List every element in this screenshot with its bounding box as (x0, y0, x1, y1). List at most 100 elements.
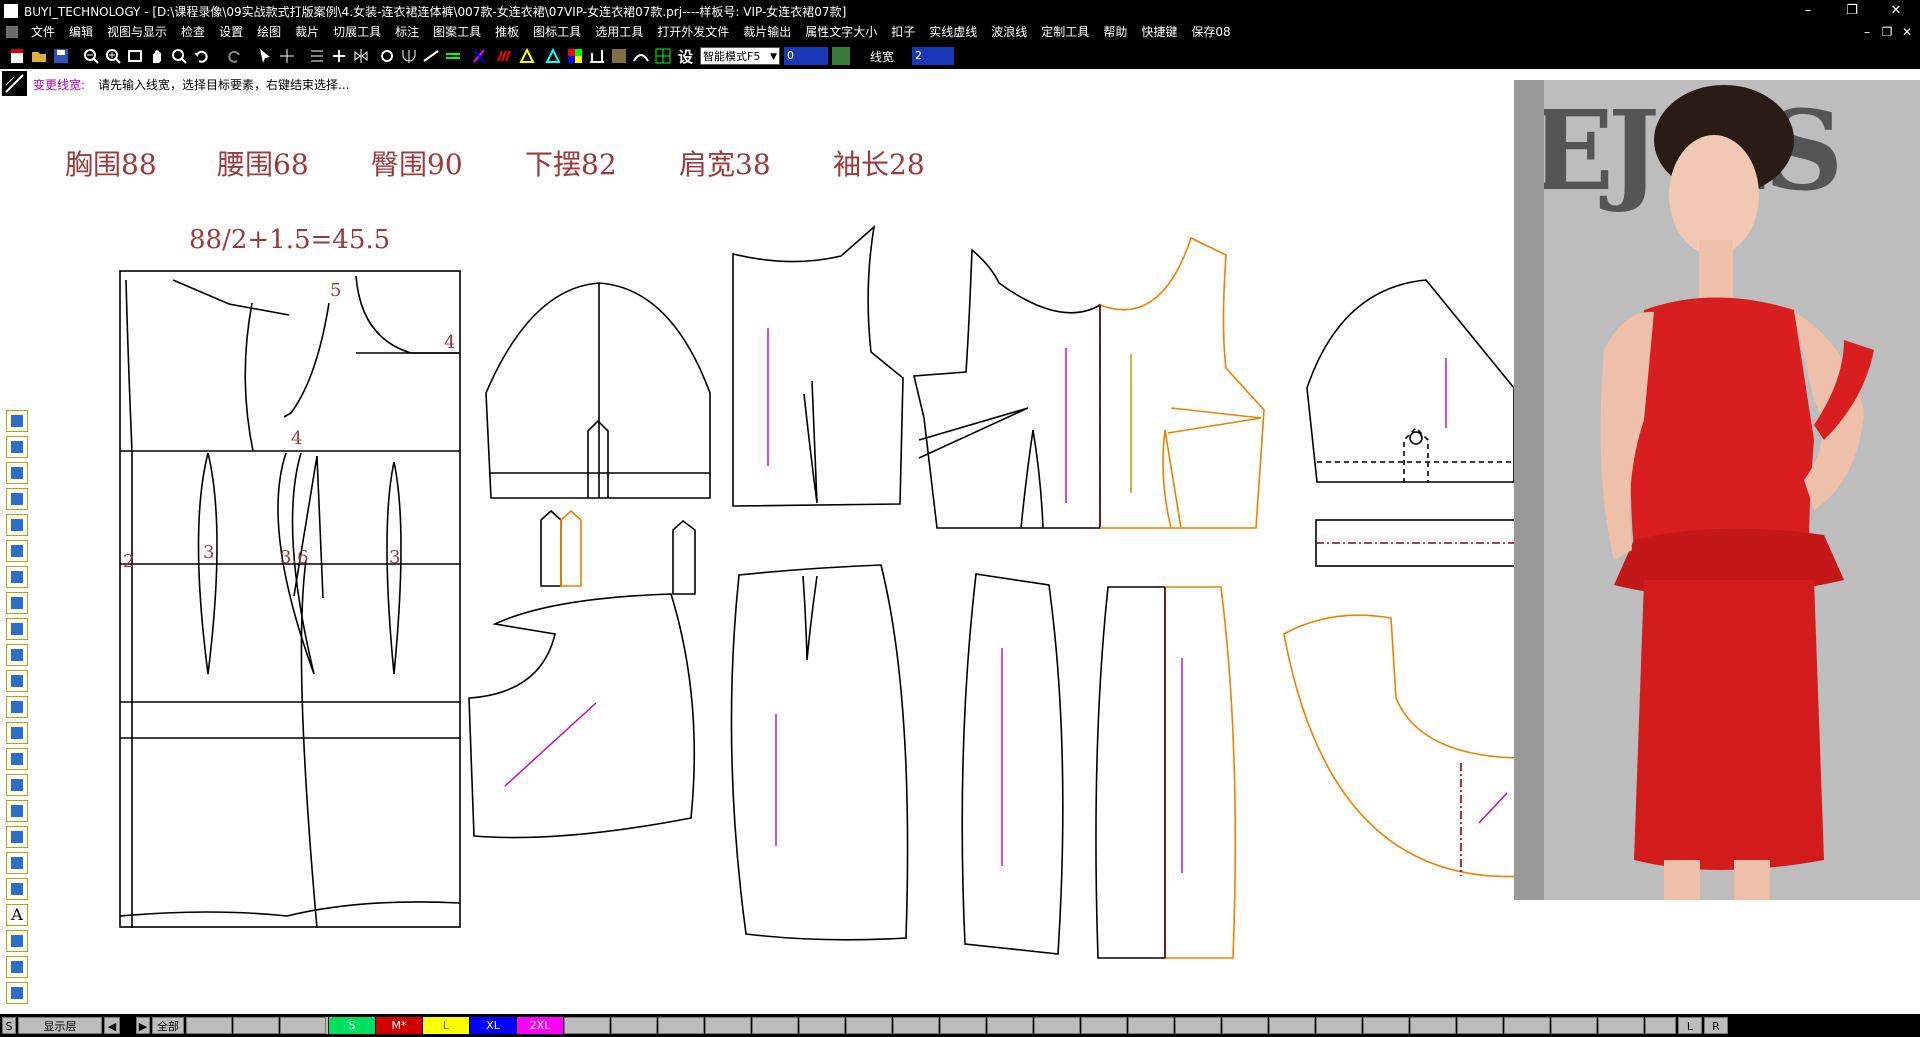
menu-item-7[interactable]: 切展工具 (326, 22, 388, 43)
help-icon[interactable] (6, 592, 28, 614)
settings-icon[interactable]: 设 (676, 47, 694, 65)
linewidth-input[interactable]: 2 (912, 47, 954, 65)
menu-item-20[interactable]: 帮助 (1096, 22, 1134, 43)
menu-item-9[interactable]: 图案工具 (426, 22, 488, 43)
tag-icon[interactable] (6, 930, 28, 952)
menu-item-13[interactable]: 打开外发文件 (650, 22, 736, 43)
sleeve-tab-pieces[interactable] (540, 509, 696, 595)
all-sizes-button[interactable]: 全部 (152, 1017, 184, 1034)
zoom-window-icon[interactable] (170, 47, 188, 65)
back-bodice-piece[interactable] (913, 236, 1265, 529)
menu-item-4[interactable]: 设置 (212, 22, 250, 43)
menu-item-18[interactable]: 波浪线 (984, 22, 1034, 43)
box-icon[interactable] (6, 566, 28, 588)
hand-icon[interactable] (6, 982, 28, 1004)
menu-item-19[interactable]: 定制工具 (1034, 22, 1096, 43)
right-toggle-button[interactable]: R (1704, 1017, 1728, 1034)
point-icon[interactable] (6, 436, 28, 458)
arch-icon[interactable] (6, 670, 28, 692)
align-icon[interactable] (308, 47, 326, 65)
layer-display-button[interactable]: 显示层 (18, 1017, 102, 1034)
ruler-icon[interactable] (6, 488, 28, 510)
node-edit-icon[interactable] (6, 410, 28, 432)
prev-size-button[interactable]: ◀ (104, 1017, 120, 1034)
maximize-button[interactable]: ❐ (1830, 0, 1874, 22)
bodice-draft[interactable] (119, 270, 461, 929)
front-bodice-piece[interactable] (732, 224, 904, 507)
add-point-icon[interactable] (330, 47, 348, 65)
skirt-front-piece[interactable] (730, 564, 909, 941)
left-toggle-button[interactable]: L (1678, 1017, 1702, 1034)
menu-item-22[interactable]: 保存08 (1184, 22, 1237, 43)
zoom-in-icon[interactable] (104, 47, 122, 65)
dart-icon[interactable] (6, 774, 28, 796)
frame-icon[interactable] (6, 540, 28, 562)
undo-icon[interactable] (192, 47, 210, 65)
move-point-icon[interactable] (278, 47, 296, 65)
fit-screen-icon[interactable] (126, 47, 144, 65)
pan-hand-icon[interactable] (148, 47, 166, 65)
slope-icon[interactable] (6, 696, 28, 718)
split-icon[interactable] (6, 514, 28, 536)
waistband-piece[interactable] (1315, 519, 1537, 567)
peplum-piece-right[interactable] (1283, 614, 1527, 878)
size-cell-2[interactable]: M* (376, 1017, 422, 1034)
curve-edit-icon[interactable] (632, 47, 650, 65)
next-size-button[interactable]: ▶ (136, 1017, 150, 1034)
pin-icon[interactable] (6, 826, 28, 848)
redo-icon[interactable] (226, 47, 244, 65)
measure-icon[interactable] (588, 47, 606, 65)
fork-tool-icon[interactable] (400, 47, 418, 65)
color-fill-icon[interactable] (566, 47, 584, 65)
save-icon[interactable] (52, 47, 70, 65)
minimize-button[interactable]: – (1786, 0, 1830, 22)
size-cell-3[interactable]: L (423, 1017, 469, 1034)
new-file-icon[interactable] (8, 47, 26, 65)
mode-select[interactable]: 智能模式F5 ▼ (700, 47, 780, 65)
parallel-lines-icon[interactable] (444, 47, 462, 65)
size-cell-1[interactable]: S (329, 1017, 375, 1034)
disk-icon[interactable] (6, 722, 28, 744)
pencil-icon[interactable] (6, 462, 28, 484)
apply-value-icon[interactable] (832, 47, 850, 65)
menu-item-1[interactable]: 编辑 (62, 22, 100, 43)
menu-item-21[interactable]: 快捷键 (1134, 22, 1184, 43)
menu-item-0[interactable]: 文件 (24, 22, 62, 43)
text-icon[interactable]: A (6, 904, 28, 926)
menu-item-3[interactable]: 检查 (174, 22, 212, 43)
slash-cut-icon[interactable] (470, 47, 488, 65)
guide-icon[interactable] (6, 852, 28, 874)
parallel-icon[interactable] (6, 878, 28, 900)
menu-item-2[interactable]: 视图与显示 (100, 22, 174, 43)
menu-item-16[interactable]: 扣子 (884, 22, 922, 43)
grid-icon[interactable] (654, 47, 672, 65)
sleeve-piece-left[interactable] (485, 282, 711, 499)
mirror-icon[interactable] (352, 47, 370, 65)
grade-icon[interactable] (544, 47, 562, 65)
zoom-out-icon[interactable] (82, 47, 100, 65)
notch-icon[interactable] (6, 956, 28, 978)
layout-icon[interactable] (6, 748, 28, 770)
menu-item-5[interactable]: 绘图 (250, 22, 288, 43)
texture-icon[interactable] (610, 47, 628, 65)
menu-item-12[interactable]: 选用工具 (588, 22, 650, 43)
menu-item-15[interactable]: 属性文字大小 (798, 22, 884, 43)
cut-icon[interactable] (6, 800, 28, 822)
fill-icon[interactable] (6, 618, 28, 640)
size-cell-5[interactable]: 2XL (517, 1017, 563, 1034)
rotate-icon[interactable] (378, 47, 396, 65)
doc-close-button[interactable]: ✕ (1894, 22, 1920, 43)
menu-item-11[interactable]: 图标工具 (526, 22, 588, 43)
menu-item-6[interactable]: 裁片 (288, 22, 326, 43)
menu-item-14[interactable]: 裁片输出 (736, 22, 798, 43)
curve-hatch-icon[interactable] (496, 47, 514, 65)
menu-item-17[interactable]: 实线虚线 (922, 22, 984, 43)
skirt-side-piece[interactable] (1095, 586, 1237, 959)
close-button[interactable]: ✕ (1874, 0, 1918, 22)
menu-item-10[interactable]: 推板 (488, 22, 526, 43)
value-input[interactable]: 0 (784, 47, 828, 65)
open-folder-icon[interactable] (30, 47, 48, 65)
curve-icon[interactable] (6, 644, 28, 666)
sleeve-piece-right[interactable] (1306, 279, 1515, 483)
line-tool-icon[interactable] (422, 47, 440, 65)
